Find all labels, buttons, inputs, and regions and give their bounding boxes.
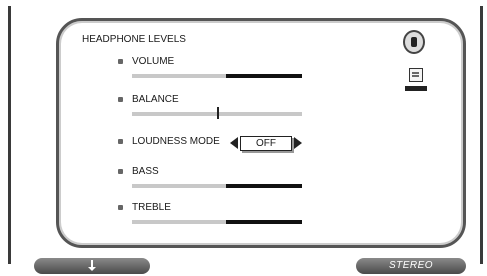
balance-row[interactable]: BALANCE	[118, 94, 318, 120]
treble-label: TREBLE	[132, 202, 171, 213]
volume-slider-fill	[225, 74, 302, 78]
menu-title: HEADPHONE LEVELS	[82, 34, 186, 45]
indicator-bar	[405, 86, 427, 91]
bullet-icon	[118, 59, 123, 64]
loudness-mode-row[interactable]: LOUDNESS MODE OFF	[118, 136, 318, 152]
treble-slider[interactable]	[132, 220, 302, 224]
loudness-mode-label: LOUDNESS MODE	[132, 136, 220, 147]
down-arrow-icon	[88, 260, 96, 271]
document-icon	[409, 68, 423, 82]
treble-slider-fill	[225, 220, 302, 224]
right-arrow-icon[interactable]	[294, 137, 302, 149]
stereo-button[interactable]: STEREO	[356, 258, 466, 274]
down-button[interactable]	[34, 258, 150, 274]
bass-row[interactable]: BASS	[118, 166, 318, 192]
left-arrow-icon[interactable]	[230, 137, 238, 149]
treble-row[interactable]: TREBLE	[118, 202, 318, 228]
volume-row[interactable]: VOLUME	[118, 56, 318, 82]
bullet-icon	[118, 97, 123, 102]
volume-slider[interactable]	[132, 74, 302, 78]
bass-slider-fill	[225, 184, 302, 188]
loudness-mode-value[interactable]: OFF	[240, 136, 292, 151]
balance-marker	[217, 107, 219, 119]
balance-slider[interactable]	[132, 107, 302, 119]
volume-label: VOLUME	[132, 56, 175, 67]
bullet-icon	[118, 139, 123, 144]
bullet-icon	[118, 169, 123, 174]
bullet-icon	[118, 205, 123, 210]
bass-slider[interactable]	[132, 184, 302, 188]
speaker-icon	[403, 30, 425, 54]
bass-label: BASS	[132, 166, 159, 177]
balance-label: BALANCE	[132, 94, 179, 105]
